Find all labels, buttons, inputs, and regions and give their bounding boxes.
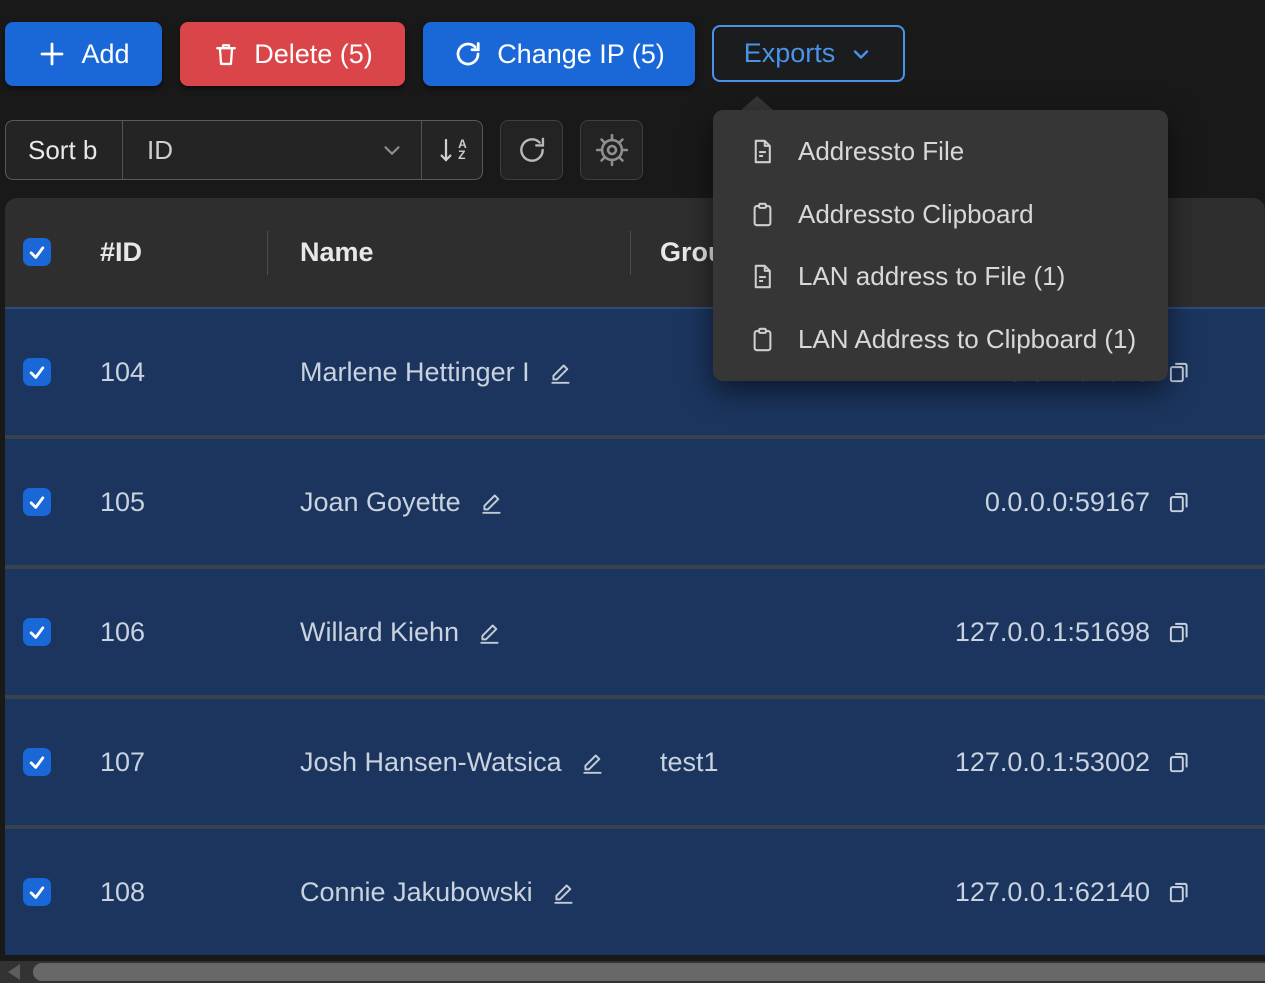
row-name-cell: Marlene Hettinger I — [300, 309, 574, 435]
sort-field-select[interactable]: ID — [123, 121, 421, 179]
copy-icon[interactable] — [1166, 309, 1192, 435]
column-header-id[interactable]: #ID — [100, 198, 142, 307]
row-name: Willard Kiehn — [300, 617, 459, 648]
column-divider — [630, 231, 631, 275]
row-name-cell: Joan Goyette — [300, 439, 505, 565]
gear-icon — [595, 133, 629, 167]
menu-item-address-to-file[interactable]: Addressto File — [713, 120, 1168, 182]
sort-order-button[interactable]: AZ — [421, 121, 482, 179]
row-id: 108 — [100, 829, 145, 955]
copy-icon[interactable] — [1166, 829, 1192, 955]
table-row[interactable]: 105 Joan Goyette 0.0.0.0:59167 — [5, 435, 1265, 565]
delete-button-label: Delete (5) — [254, 39, 373, 70]
menu-item-label: LAN address to File (1) — [798, 261, 1065, 292]
sort-az-letters: AZ — [458, 139, 467, 161]
row-name-cell: Josh Hansen-Watsica — [300, 699, 606, 825]
row-checkbox[interactable] — [23, 748, 51, 776]
exports-button[interactable]: Exports — [712, 25, 905, 82]
check-icon — [27, 882, 47, 902]
select-all-checkbox[interactable] — [23, 238, 51, 266]
row-checkbox[interactable] — [23, 358, 51, 386]
menu-item-lan-address-to-file[interactable]: LAN address to File (1) — [713, 246, 1168, 308]
row-name: Marlene Hettinger I — [300, 357, 530, 388]
row-ip: 0.0.0.0:59167 — [985, 439, 1150, 565]
edit-icon[interactable] — [548, 359, 574, 385]
edit-icon[interactable] — [477, 619, 503, 645]
row-name: Josh Hansen-Watsica — [300, 747, 562, 778]
exports-dropdown-menu: Addressto File Addressto Clipboard LAN a… — [713, 110, 1168, 381]
row-ip: 127.0.0.1:51698 — [955, 569, 1150, 695]
row-group: test1 — [660, 699, 719, 825]
row-id: 107 — [100, 699, 145, 825]
refresh-button[interactable] — [500, 120, 563, 180]
copy-icon[interactable] — [1166, 439, 1192, 565]
trash-icon — [212, 40, 240, 68]
copy-icon[interactable] — [1166, 699, 1192, 825]
menu-item-label: Addressto File — [798, 136, 964, 167]
change-ip-button-label: Change IP (5) — [497, 39, 665, 70]
check-icon — [27, 752, 47, 772]
copy-icon[interactable] — [1166, 569, 1192, 695]
sort-field-value: ID — [147, 135, 173, 166]
edit-icon[interactable] — [551, 879, 577, 905]
check-icon — [27, 492, 47, 512]
row-ip: 127.0.0.1:62140 — [955, 829, 1150, 955]
file-icon — [749, 138, 776, 165]
row-checkbox[interactable] — [23, 878, 51, 906]
table-row[interactable]: 108 Connie Jakubowski 127.0.0.1:62140 — [5, 825, 1265, 955]
chevron-down-icon — [849, 42, 873, 66]
edit-icon[interactable] — [479, 489, 505, 515]
menu-item-label: LAN Address to Clipboard (1) — [798, 324, 1136, 355]
horizontal-scrollbar[interactable] — [0, 961, 1265, 983]
edit-icon[interactable] — [580, 749, 606, 775]
refresh-icon — [516, 134, 548, 166]
sort-arrow-down-icon — [437, 135, 455, 165]
clipboard-icon — [749, 326, 776, 353]
chevron-down-icon — [379, 137, 405, 163]
row-id: 105 — [100, 439, 145, 565]
row-id: 104 — [100, 309, 145, 435]
refresh-icon — [453, 39, 483, 69]
check-icon — [27, 622, 47, 642]
dropdown-caret — [740, 96, 774, 111]
row-name-cell: Willard Kiehn — [300, 569, 503, 695]
table-row[interactable]: 107 Josh Hansen-Watsica test1 127.0.0.1:… — [5, 695, 1265, 825]
check-icon — [27, 362, 47, 382]
delete-button[interactable]: Delete (5) — [180, 22, 405, 86]
column-header-name[interactable]: Name — [300, 198, 374, 307]
row-id: 106 — [100, 569, 145, 695]
row-checkbox[interactable] — [23, 488, 51, 516]
row-checkbox[interactable] — [23, 618, 51, 646]
clipboard-icon — [749, 201, 776, 228]
menu-item-lan-address-to-clipboard[interactable]: LAN Address to Clipboard (1) — [713, 309, 1168, 371]
row-ip: 127.0.0.1:53002 — [955, 699, 1150, 825]
scrollbar-thumb[interactable] — [33, 963, 1265, 981]
row-name-cell: Connie Jakubowski — [300, 829, 577, 955]
plus-icon — [37, 39, 67, 69]
sort-bar: Sort b ID AZ — [5, 120, 483, 180]
row-name: Joan Goyette — [300, 487, 461, 518]
table-row[interactable]: 106 Willard Kiehn 127.0.0.1:51698 — [5, 565, 1265, 695]
add-button-label: Add — [81, 39, 129, 70]
check-icon — [27, 242, 47, 262]
column-divider — [267, 231, 268, 275]
settings-button[interactable] — [580, 120, 643, 180]
file-icon — [749, 263, 776, 290]
sort-by-label: Sort b — [6, 121, 123, 179]
add-button[interactable]: Add — [5, 22, 162, 86]
row-name: Connie Jakubowski — [300, 877, 533, 908]
menu-item-address-to-clipboard[interactable]: Addressto Clipboard — [713, 183, 1168, 245]
scroll-left-arrow-icon[interactable] — [8, 964, 20, 980]
change-ip-button[interactable]: Change IP (5) — [423, 22, 695, 86]
menu-item-label: Addressto Clipboard — [798, 199, 1034, 230]
exports-button-label: Exports — [744, 38, 836, 69]
